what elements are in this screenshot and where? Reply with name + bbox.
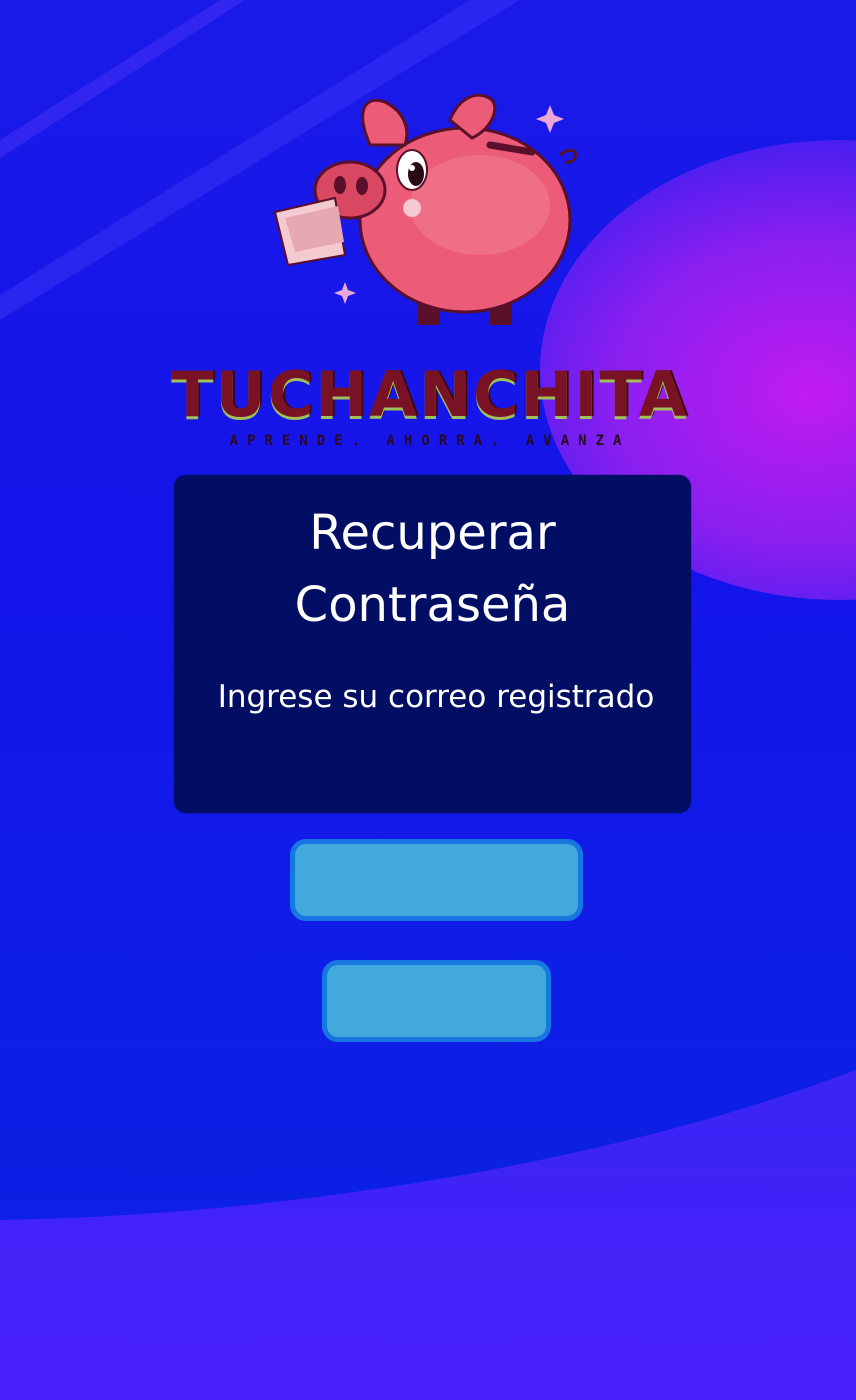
email-instruction: Ingrese su correo registrado	[217, 679, 655, 715]
piggy-bank-logo	[273, 93, 578, 325]
recover-password-card: Recuperar Contraseña Ingrese su correo r…	[174, 475, 691, 813]
sparkle-icon	[536, 105, 564, 133]
sparkle-icon	[334, 282, 356, 304]
brand-name: TUCHANCHITA	[171, 358, 689, 431]
page-title: Recuperar Contraseña	[294, 505, 571, 633]
logo: TUCHANCHITA APRENDE. AHORRA. AVANZA	[160, 90, 700, 460]
brand-tagline: APRENDE. AHORRA. AVANZA	[229, 433, 631, 449]
back-button[interactable]	[322, 960, 551, 1042]
submit-button[interactable]	[290, 839, 583, 921]
